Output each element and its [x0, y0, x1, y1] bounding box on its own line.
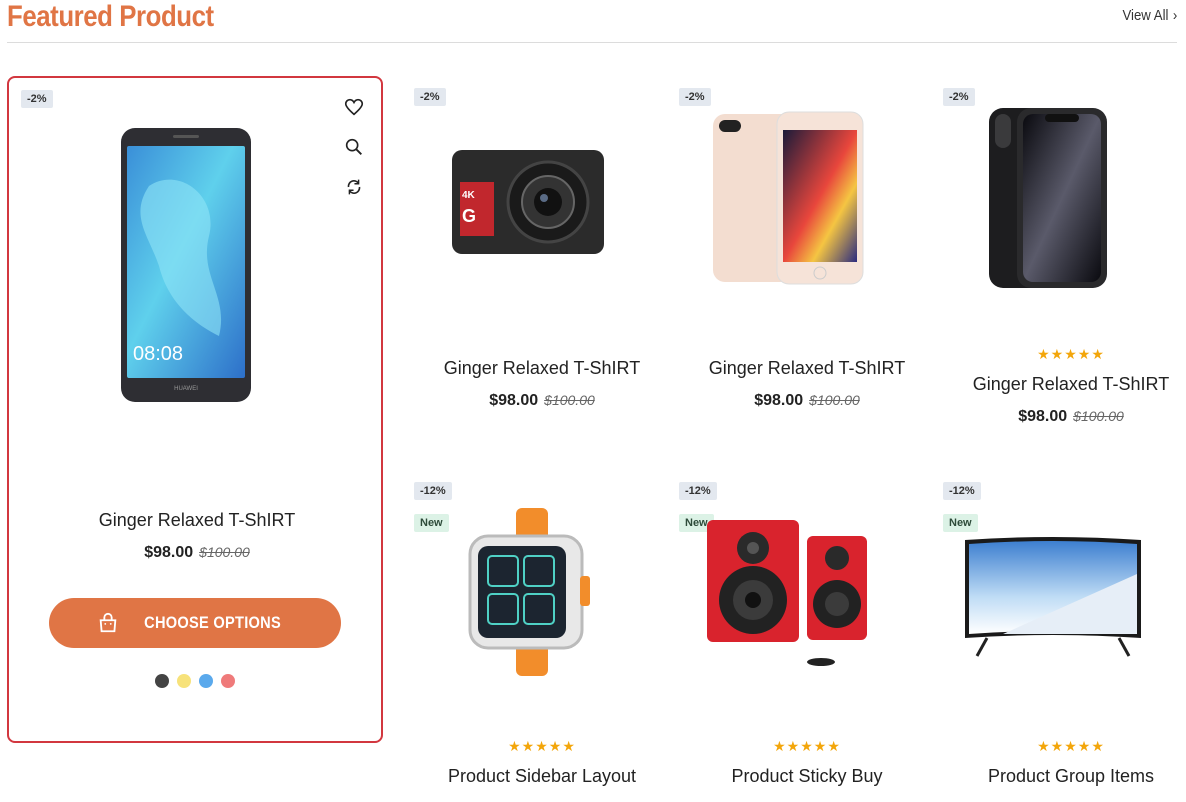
- rating-stars: ★★★★★: [508, 738, 576, 754]
- current-price: $98.00: [754, 392, 804, 409]
- rating-stars: ★★★★★: [773, 738, 841, 754]
- product-price: $98.00 $100.00: [675, 392, 939, 410]
- current-price: $98.00: [144, 544, 194, 561]
- product-name[interactable]: Product Sticky Buy: [675, 766, 939, 787]
- old-price: $100.00: [199, 544, 250, 560]
- search-icon[interactable]: [343, 136, 365, 158]
- product-price: $98.00 $100.00: [410, 392, 674, 410]
- choose-options-button[interactable]: CHOOSE OPTIONS: [49, 598, 341, 648]
- product-price: $98.00 $100.00: [65, 544, 329, 562]
- product-name[interactable]: Ginger Relaxed T-ShIRT: [65, 510, 329, 531]
- rating-stars: ★★★★★: [1037, 346, 1105, 362]
- product-price: $98.00 $100.00: [939, 408, 1186, 426]
- color-swatch-red[interactable]: [221, 674, 235, 688]
- view-all-link[interactable]: View All ›: [1122, 7, 1177, 24]
- discount-badge: -12%: [414, 482, 452, 500]
- compare-icon[interactable]: [343, 176, 365, 198]
- product-card[interactable]: -2% 4K G Ginger Relaxed T-ShIRT $98.00 $1…: [410, 76, 674, 436]
- section-title: Featured Product: [7, 0, 214, 33]
- discount-badge: -2%: [21, 90, 53, 108]
- product-name[interactable]: Ginger Relaxed T-ShIRT: [675, 358, 939, 379]
- color-swatch-blue[interactable]: [199, 674, 213, 688]
- section-header: Featured Product View All ›: [7, 0, 1177, 43]
- svg-text:4K: 4K: [462, 190, 476, 201]
- product-image-iphone-8[interactable]: [711, 110, 867, 286]
- product-name[interactable]: Ginger Relaxed T-ShIRT: [939, 374, 1186, 395]
- svg-text:G: G: [462, 206, 476, 226]
- shopping-bag-icon: [100, 612, 117, 633]
- product-name[interactable]: Product Sidebar Layout: [410, 766, 674, 787]
- old-price: $100.00: [544, 392, 595, 408]
- product-image-curved-tv[interactable]: [963, 534, 1143, 662]
- view-all-label: View All: [1122, 7, 1169, 24]
- heart-icon[interactable]: [343, 96, 365, 118]
- rating-stars: ★★★★★: [1037, 738, 1105, 754]
- discount-badge: -2%: [943, 88, 975, 106]
- phone-brand: HUAWEI: [174, 386, 198, 392]
- old-price: $100.00: [1073, 408, 1124, 424]
- color-swatch-yellow[interactable]: [177, 674, 191, 688]
- new-badge: New: [414, 514, 449, 532]
- old-price: $100.00: [809, 392, 860, 408]
- current-price: $98.00: [1018, 408, 1068, 425]
- featured-product-card[interactable]: -2% 08:08 HUAWEI Ginger Relaxed T-ShIRT …: [7, 76, 383, 743]
- product-image-iphone-x[interactable]: [987, 106, 1111, 290]
- product-card[interactable]: -12% New ★★★★★ Product Sticky Buy: [675, 470, 939, 802]
- product-image-kids-smartwatch[interactable]: [458, 506, 604, 678]
- choose-options-label: CHOOSE OPTIONS: [144, 613, 282, 632]
- product-card[interactable]: -12% New ★★★★★ Product Sidebar Layout: [410, 470, 674, 802]
- discount-badge: -2%: [414, 88, 446, 106]
- product-image-huawei-phone[interactable]: 08:08 HUAWEI: [119, 126, 253, 404]
- new-badge: New: [943, 514, 978, 532]
- product-card[interactable]: -2% ★★★★★ Ginger Relaxed T-ShIRT $98.00 $…: [939, 76, 1186, 436]
- product-card[interactable]: -2% Ginger Relaxed T-ShIRT $98.00 $100.00: [675, 76, 939, 436]
- color-swatch-dark[interactable]: [155, 674, 169, 688]
- product-image-action-camera[interactable]: 4K G: [448, 142, 608, 258]
- product-image-speakers[interactable]: [705, 516, 869, 672]
- discount-badge: -12%: [679, 482, 717, 500]
- product-card[interactable]: -12% New ★★★★★ Product Group Items: [939, 470, 1186, 802]
- discount-badge: -2%: [679, 88, 711, 106]
- product-name[interactable]: Ginger Relaxed T-ShIRT: [410, 358, 674, 379]
- product-name[interactable]: Product Group Items: [939, 766, 1186, 787]
- discount-badge: -12%: [943, 482, 981, 500]
- phone-clock: 08:08: [133, 343, 183, 365]
- chevron-right-icon: ›: [1172, 7, 1177, 24]
- current-price: $98.00: [489, 392, 539, 409]
